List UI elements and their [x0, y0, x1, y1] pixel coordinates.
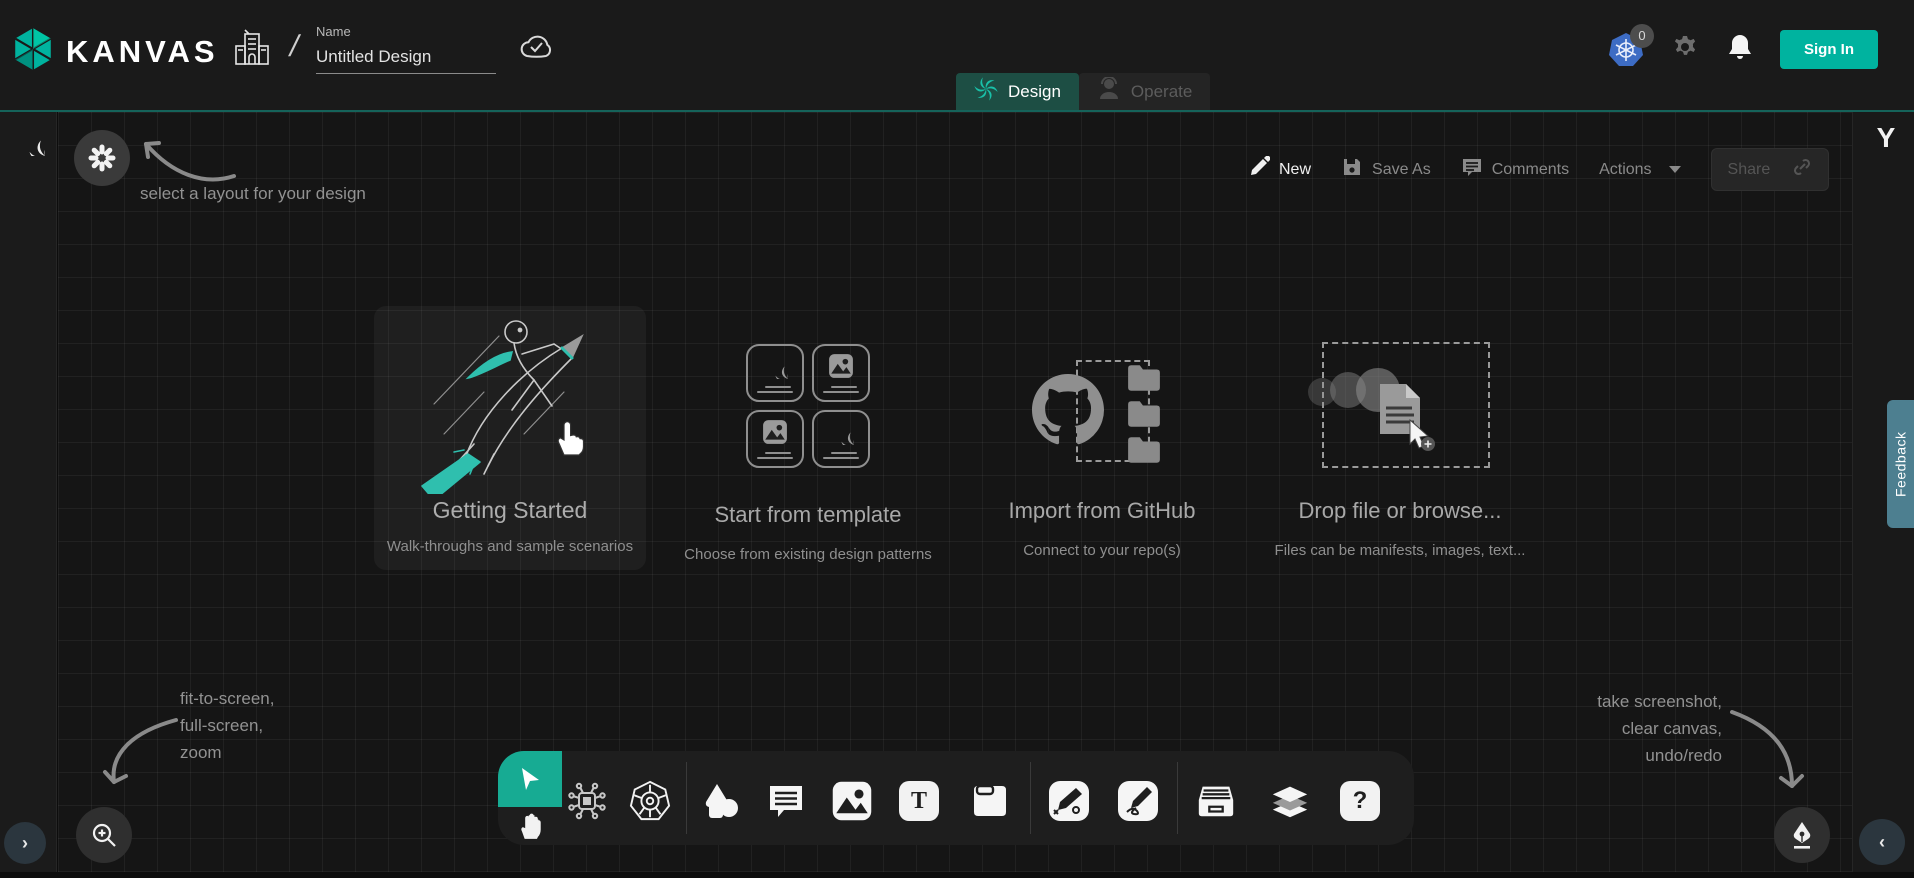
save-as-button[interactable]: Save As	[1341, 156, 1431, 183]
save-as-label: Save As	[1372, 161, 1431, 179]
comments-label: Comments	[1492, 161, 1569, 179]
design-name-input[interactable]	[316, 45, 496, 74]
zoom-hint-text: fit-to-screen, full-screen, zoom	[180, 685, 274, 766]
text-tool-glyph: T	[899, 781, 939, 821]
getting-started-subtitle: Walk-throughs and sample scenarios	[364, 538, 656, 555]
brand-name: KANVAS	[66, 34, 219, 70]
design-tab-label: Design	[1008, 82, 1061, 102]
tab-operate[interactable]: Operate	[1079, 73, 1210, 110]
design-name-field: Name	[316, 24, 496, 74]
pan-hand-tool-button[interactable]	[512, 808, 548, 844]
new-label: New	[1279, 161, 1311, 179]
help-tool[interactable]: ?	[1339, 780, 1381, 822]
comments-icon	[1461, 156, 1483, 183]
share-button[interactable]: Share	[1711, 148, 1829, 191]
actions-dropdown[interactable]: Actions	[1599, 161, 1680, 179]
canvas-action-bar: New Save As Comments Actions Sha	[1248, 148, 1829, 191]
help-glyph: ?	[1340, 781, 1380, 821]
layout-hint-text: select a layout for your design	[140, 184, 366, 204]
feedback-tab[interactable]: Feedback	[1887, 400, 1914, 528]
app-header: KANVAS / Name	[0, 0, 1914, 110]
design-name-label: Name	[316, 24, 496, 39]
dock-divider	[1177, 762, 1178, 834]
github-title: Import from GitHub	[952, 498, 1252, 524]
freehand-draw-tool[interactable]	[1117, 780, 1159, 822]
component-drawer-tool[interactable]	[1195, 780, 1237, 822]
comments-button[interactable]: Comments	[1461, 156, 1569, 183]
github-subtitle: Connect to your repo(s)	[952, 542, 1252, 559]
share-label: Share	[1728, 161, 1771, 179]
dock-divider	[686, 762, 687, 834]
getting-started-title: Getting Started	[374, 497, 646, 524]
sticky-note-tool[interactable]	[969, 780, 1011, 822]
share-link-icon	[1792, 157, 1812, 182]
brand[interactable]: KANVAS	[12, 26, 219, 77]
template-tile-image[interactable]	[746, 410, 804, 468]
zoom-hint-arrow	[90, 708, 182, 806]
comment-tool[interactable]	[765, 780, 807, 822]
select-tool-button[interactable]	[498, 751, 562, 807]
save-icon	[1341, 156, 1363, 183]
expand-left-panel-button[interactable]: ›	[4, 822, 46, 864]
template-tile-spiral[interactable]	[812, 410, 870, 468]
design-tab-icon	[974, 77, 998, 106]
sign-in-button[interactable]: Sign In	[1780, 30, 1878, 69]
whiteboard-pen-button[interactable]	[1774, 807, 1830, 863]
file-drop-icon	[1376, 380, 1440, 452]
text-tool[interactable]: T	[898, 780, 940, 822]
operate-tab-label: Operate	[1131, 82, 1192, 102]
organization-icon[interactable]	[232, 26, 272, 75]
dock-divider	[1030, 762, 1031, 834]
shapes-tool[interactable]	[701, 780, 743, 822]
repo-folder-icon	[1126, 364, 1162, 392]
left-panel-strip	[0, 112, 57, 872]
template-title: Start from template	[658, 502, 958, 528]
rocket-illustration	[404, 314, 614, 494]
settings-gear-icon[interactable]	[1670, 32, 1700, 67]
chevron-down-icon	[1669, 166, 1681, 173]
repo-folder-icon	[1126, 436, 1162, 464]
kanvas-app: KANVAS / Name	[0, 0, 1914, 878]
kubernetes-context-count-badge: 0	[1630, 24, 1654, 48]
meshery-spiral-icon[interactable]	[13, 124, 45, 161]
layout-selector-button[interactable]	[74, 130, 130, 186]
template-tile-image[interactable]	[812, 344, 870, 402]
template-tile-spiral[interactable]	[746, 344, 804, 402]
image-tool[interactable]	[831, 780, 873, 822]
operate-tab-icon	[1097, 77, 1121, 106]
repo-folder-icon	[1126, 400, 1162, 428]
breadcrumb-separator: /	[286, 30, 302, 64]
new-button[interactable]: New	[1248, 156, 1311, 183]
expand-right-panel-button[interactable]: ‹	[1859, 819, 1905, 865]
layout-hint-arrow	[128, 112, 240, 190]
canvas-top-accent	[0, 110, 1914, 112]
screenshot-hint-text: take screenshot, clear canvas, undo/redo	[1500, 688, 1722, 769]
actions-label: Actions	[1599, 161, 1651, 179]
template-subtitle: Choose from existing design patterns	[658, 546, 958, 563]
right-panel-logo[interactable]: Y	[1870, 122, 1902, 154]
zoom-button[interactable]	[76, 807, 132, 863]
kubernetes-tool[interactable]	[629, 780, 671, 822]
hand-cursor	[552, 416, 588, 458]
github-icon	[1032, 374, 1104, 451]
drop-file-title: Drop file or browse...	[1250, 498, 1550, 524]
screenshot-hint-arrow	[1728, 698, 1816, 802]
header-right-controls: 0 Sign In	[1608, 30, 1878, 69]
notifications-bell-icon[interactable]	[1726, 32, 1754, 67]
tab-design[interactable]: Design	[956, 73, 1079, 110]
kanvas-logo-icon	[12, 26, 54, 77]
mode-tabs: Design Operate	[956, 73, 1210, 110]
kubernetes-context-button[interactable]: 0	[1608, 32, 1644, 68]
drop-file-subtitle: Files can be manifests, images, text...	[1250, 542, 1550, 559]
pen-tool[interactable]	[1048, 780, 1090, 822]
component-shapes-tool[interactable]	[566, 780, 608, 822]
layers-tool[interactable]	[1269, 780, 1311, 822]
cloud-saved-icon	[518, 32, 556, 67]
pencil-icon	[1248, 156, 1270, 183]
